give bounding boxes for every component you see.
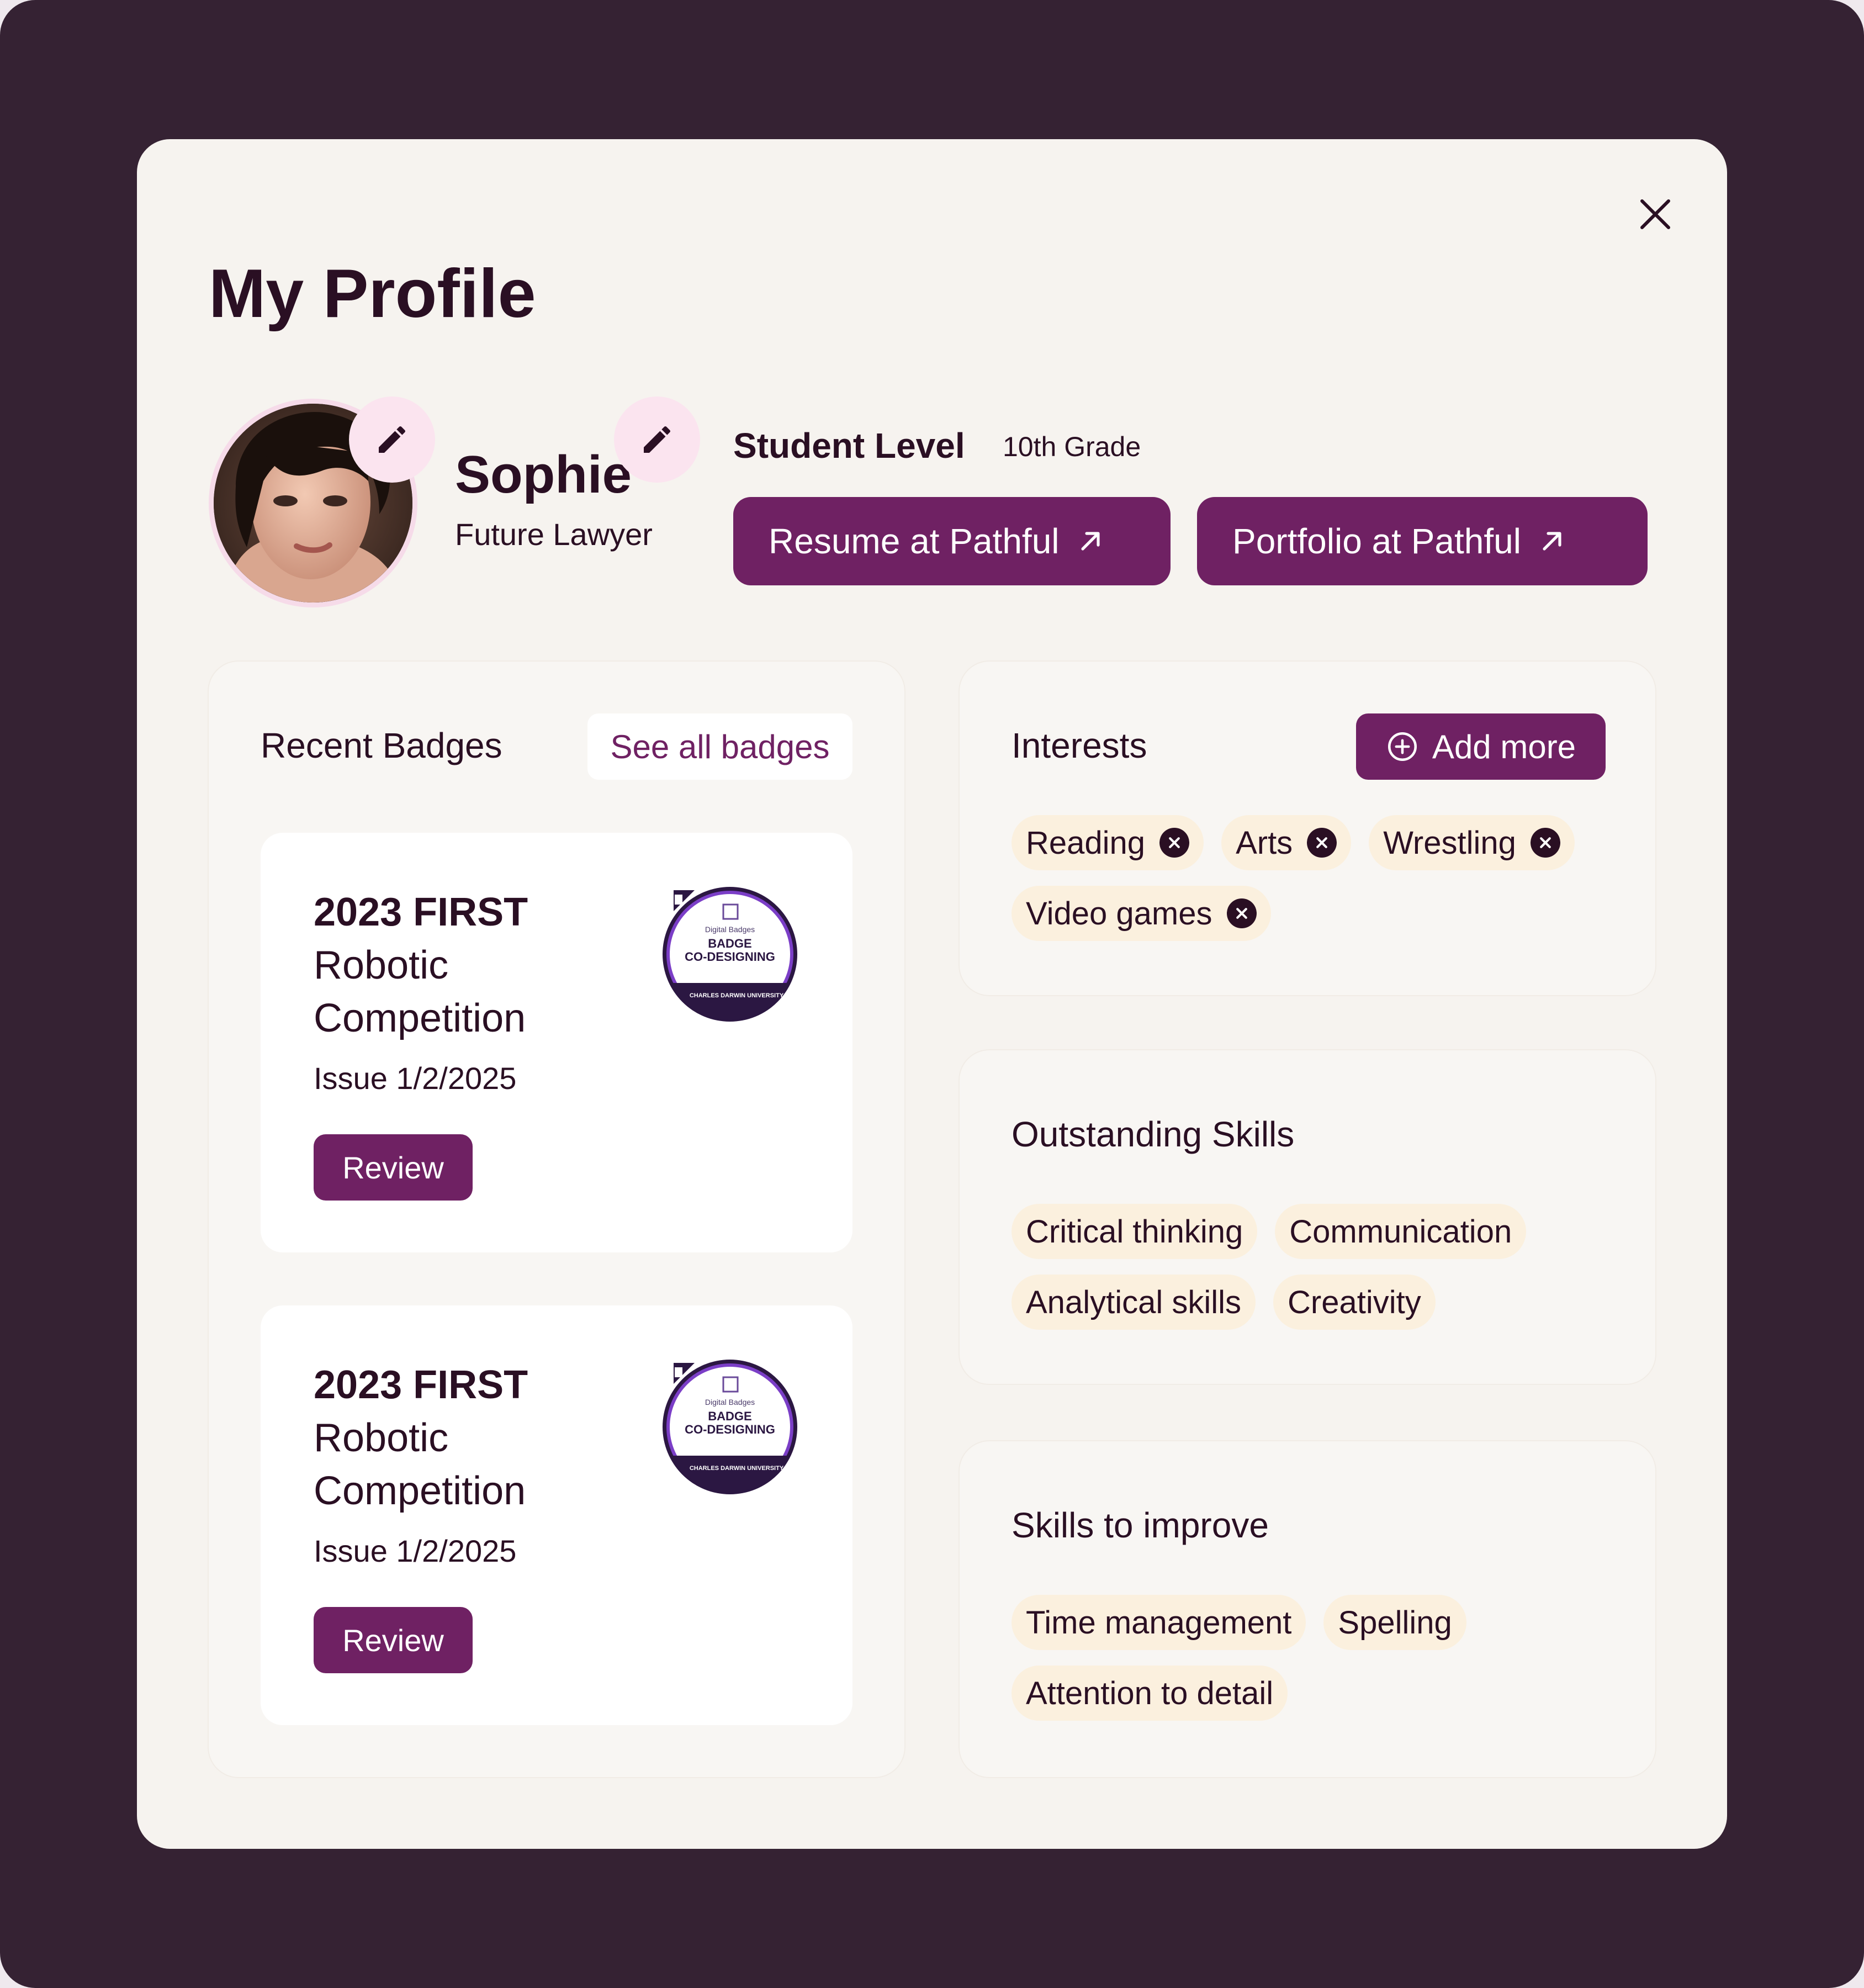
recent-badges-title: Recent Badges: [261, 726, 502, 765]
badge-image: Digital Badges BADGE CO-DESIGNING CHARLE…: [663, 1360, 797, 1494]
interest-chip: Wrestling: [1369, 815, 1575, 870]
pencil-icon: [379, 426, 405, 453]
skill-chip: Time management: [1012, 1595, 1306, 1650]
svg-text:Digital Badges: Digital Badges: [705, 1398, 755, 1407]
add-more-interests-button[interactable]: Add more: [1356, 713, 1606, 780]
interests-card: Interests Add more Reading Arts Wrestlin…: [959, 660, 1656, 996]
page-title: My Profile: [209, 256, 536, 332]
skills-to-improve-title: Skills to improve: [1012, 1505, 1269, 1545]
interests-list: Reading Arts Wrestling Video games: [1012, 815, 1619, 941]
close-icon: [1640, 199, 1670, 229]
backdrop: My Profile Sophie Future Lawyer Student …: [0, 0, 1864, 1988]
close-button[interactable]: [1629, 188, 1682, 241]
svg-text:CO-DESIGNING: CO-DESIGNING: [685, 950, 775, 964]
profile-modal: My Profile Sophie Future Lawyer Student …: [137, 139, 1727, 1849]
review-button[interactable]: Review: [314, 1134, 473, 1201]
x-circle-icon: [1169, 837, 1180, 848]
resume-link-label: Resume at Pathful: [769, 521, 1060, 561]
student-name: Sophie: [455, 445, 632, 504]
badge-card: 2023 FIRST Robotic Competition Issue 1/2…: [261, 1305, 852, 1725]
interest-chip: Arts: [1221, 815, 1352, 870]
x-circle-icon: [1539, 837, 1551, 848]
portfolio-link-button[interactable]: Portfolio at Pathful: [1197, 497, 1648, 585]
svg-text:CHARLES DARWIN UNIVERSITY: CHARLES DARWIN UNIVERSITY: [690, 992, 784, 999]
plus-circle-icon: [1388, 732, 1417, 761]
student-subtitle: Future Lawyer: [455, 517, 653, 552]
review-button[interactable]: Review: [314, 1607, 473, 1673]
pencil-icon: [644, 426, 670, 453]
student-level-label: Student Level: [733, 426, 965, 466]
skills-to-improve-card: Skills to improve Time management Spelli…: [959, 1440, 1656, 1778]
skill-chip: Analytical skills: [1012, 1275, 1256, 1330]
interest-chip: Video games: [1012, 886, 1271, 941]
remove-interest-button[interactable]: [1530, 828, 1560, 858]
badge-card: 2023 FIRST Robotic Competition Issue 1/2…: [261, 833, 852, 1252]
svg-text:BADGE: BADGE: [708, 937, 751, 950]
remove-interest-button[interactable]: [1307, 828, 1337, 858]
add-more-label: Add more: [1432, 728, 1576, 765]
badge-issue-date: Issue 1/2/2025: [314, 1061, 517, 1096]
interest-chip: Reading: [1012, 815, 1204, 870]
student-level-value: 10th Grade: [1003, 431, 1141, 462]
svg-text:CO-DESIGNING: CO-DESIGNING: [685, 1423, 775, 1436]
badge-image: Digital Badges BADGE CO-DESIGNING CHARLE…: [663, 887, 797, 1022]
see-all-badges-button[interactable]: See all badges: [587, 713, 852, 780]
skill-chip: Spelling: [1323, 1595, 1466, 1650]
x-circle-icon: [1236, 908, 1247, 919]
svg-text:Digital Badges: Digital Badges: [705, 925, 755, 934]
skill-chip: Critical thinking: [1012, 1204, 1258, 1259]
arrow-up-right-icon: [1543, 532, 1561, 551]
skill-chip: Attention to detail: [1012, 1666, 1288, 1721]
badge-title: 2023 FIRST Robotic Competition: [314, 1363, 528, 1513]
resume-link-button[interactable]: Resume at Pathful: [733, 497, 1171, 585]
edit-name-button[interactable]: [614, 396, 700, 483]
remove-interest-button[interactable]: [1159, 828, 1190, 858]
x-circle-icon: [1316, 837, 1328, 848]
outstanding-skills-list: Critical thinking Communication Analytic…: [1012, 1204, 1619, 1330]
arrow-up-right-icon: [1081, 532, 1100, 551]
skill-chip: Communication: [1275, 1204, 1527, 1259]
badge-title: 2023 FIRST Robotic Competition: [314, 890, 528, 1040]
edit-photo-button[interactable]: [349, 396, 435, 483]
outstanding-skills-card: Outstanding Skills Critical thinking Com…: [959, 1049, 1656, 1385]
badge-issue-date: Issue 1/2/2025: [314, 1534, 517, 1568]
remove-interest-button[interactable]: [1226, 898, 1257, 928]
skill-chip: Creativity: [1273, 1275, 1436, 1330]
outstanding-skills-title: Outstanding Skills: [1012, 1114, 1295, 1154]
interests-title: Interests: [1012, 726, 1147, 765]
recent-badges-card: Recent Badges See all badges 2023 FIRST …: [208, 660, 905, 1778]
portfolio-link-label: Portfolio at Pathful: [1232, 521, 1521, 561]
svg-text:BADGE: BADGE: [708, 1409, 751, 1423]
svg-text:CHARLES DARWIN UNIVERSITY: CHARLES DARWIN UNIVERSITY: [690, 1465, 784, 1472]
skills-to-improve-list: Time management Spelling Attention to de…: [1012, 1595, 1619, 1721]
